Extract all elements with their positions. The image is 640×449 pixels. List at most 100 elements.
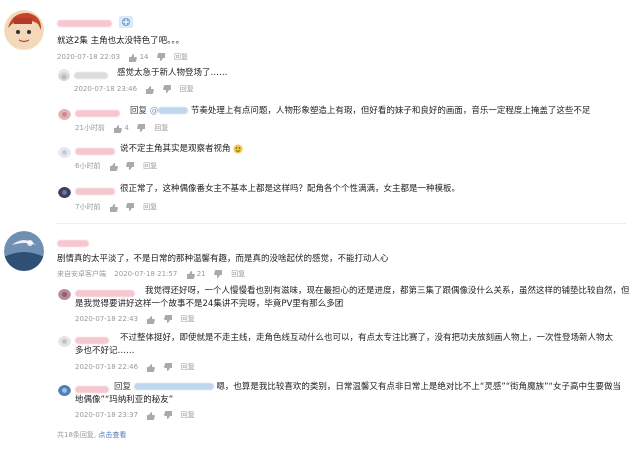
like-button[interactable]	[145, 84, 155, 94]
reply-avatar[interactable]	[58, 145, 71, 158]
like-button[interactable]	[146, 410, 156, 420]
thumbs-up-icon	[129, 53, 138, 62]
like-button[interactable]	[109, 202, 118, 212]
reply-time: 6小时前	[75, 162, 101, 170]
like-button[interactable]	[146, 314, 156, 324]
like-count: 14	[139, 53, 149, 61]
reply-text: 很正常了，这种偶像番女主不基本上都是这样吗？配角各个个性满满，女主都是一种模板。	[120, 184, 461, 194]
comment-date: 2020-07-18 21:57	[114, 270, 178, 278]
avatar-image	[58, 109, 71, 120]
username[interactable]	[57, 240, 89, 247]
dislike-button[interactable]	[126, 202, 135, 212]
avatar-image	[58, 147, 71, 158]
reply-time: 7小时前	[75, 203, 101, 211]
reply-username[interactable]	[75, 188, 115, 195]
like-button[interactable]: 4	[113, 123, 129, 133]
reply-avatar[interactable]	[58, 69, 70, 81]
reply-button[interactable]: 回复	[181, 410, 195, 420]
reply-button[interactable]: 回复	[143, 202, 157, 212]
dislike-button[interactable]	[214, 269, 223, 279]
reply-avatar[interactable]	[58, 287, 71, 300]
reply-button[interactable]: 回复	[181, 314, 195, 324]
dislike-button[interactable]	[126, 161, 135, 171]
thumbs-up-icon	[147, 315, 156, 324]
view-replies-link[interactable]: 点击查看	[98, 431, 126, 439]
thumbs-down-icon	[156, 52, 165, 61]
thumbs-down-icon	[126, 161, 134, 170]
thumbs-down-icon	[126, 202, 134, 211]
reply-text: 我觉得还好呀，一个人慢慢看也别有滋味，现在最担心的还是进度，都第三集了跟偶像没什…	[75, 286, 630, 309]
reply-button[interactable]: 回复	[143, 161, 157, 171]
thumbs-down-icon	[137, 123, 146, 132]
comment-divider	[56, 223, 626, 224]
reply-avatar[interactable]	[58, 185, 71, 198]
reply-prefix: 回复	[130, 106, 148, 116]
mention-at: @	[149, 106, 159, 116]
reply-meta: 2020-07-18 23:46 回复	[74, 84, 200, 94]
reply-username[interactable]	[75, 110, 120, 117]
thumbs-down-icon	[163, 410, 172, 419]
thumbs-down-icon	[163, 362, 172, 371]
thumbs-up-icon	[147, 363, 156, 372]
avatar-image	[58, 336, 71, 347]
comment-text: 就这2集 主角也太没特色了吧。。。	[57, 36, 185, 46]
reply-line: 回复 @ 节奏处理上有点问题，人物形象塑造上有瑕，但好看的妹子和良好的画面，音乐…	[130, 105, 590, 118]
mention-link[interactable]	[133, 383, 214, 390]
replies-footer: 共18条回复, 点击查看	[57, 430, 126, 440]
thumbs-up-icon	[109, 203, 118, 212]
thumbs-up-icon	[186, 270, 195, 279]
reply-avatar[interactable]	[58, 107, 71, 120]
thumbs-down-icon	[162, 84, 171, 93]
reply-total: 共18条回复,	[57, 431, 97, 439]
reply-line: 说不定主角其实是观察者视角	[120, 143, 243, 156]
comment-meta: 来自安卓客户端 2020-07-18 21:57 21 回复	[57, 269, 251, 279]
comment-meta: 2020-07-18 22:03 14 回复	[57, 52, 194, 62]
thumbs-up-icon	[109, 162, 118, 171]
dislike-button[interactable]	[163, 362, 173, 372]
mention-link[interactable]: @	[150, 106, 189, 116]
reply-button[interactable]: 回复	[174, 52, 188, 62]
thumbs-down-icon	[214, 269, 222, 278]
dislike-button[interactable]	[163, 410, 173, 420]
reply-time: 21小时前	[75, 124, 105, 132]
dislike-button[interactable]	[137, 123, 146, 133]
avatar[interactable]	[4, 10, 44, 50]
like-button[interactable]	[146, 362, 156, 372]
reply-text: 不过整体挺好，即使就是不走主线，走角色线互动什么也可以，有点太专注比赛了，没有把…	[75, 333, 614, 356]
avatar-image	[58, 187, 71, 198]
user-badge-icon	[118, 14, 134, 30]
like-count: 21	[196, 270, 206, 278]
reply-meta: 6小时前 回复	[75, 161, 163, 171]
dislike-button[interactable]	[162, 84, 172, 94]
reply-avatar[interactable]	[58, 334, 71, 347]
reply-username[interactable]	[75, 148, 115, 155]
avatar[interactable]	[4, 231, 44, 271]
reply-text: 说不定主角其实是观察者视角	[120, 144, 231, 154]
reply-time: 2020-07-18 22:43	[75, 315, 139, 323]
thumbs-down-icon	[163, 314, 172, 323]
comment-date: 2020-07-18 22:03	[57, 53, 121, 61]
reply-time: 2020-07-18 22:46	[75, 363, 139, 371]
like-button[interactable]: 14	[128, 52, 148, 62]
username[interactable]	[57, 20, 112, 27]
reply-avatar[interactable]	[58, 383, 71, 396]
avatar-image	[58, 289, 71, 300]
dislike-button[interactable]	[163, 314, 173, 324]
reply-button[interactable]: 回复	[180, 84, 194, 94]
reply-text: 感觉太急于新人物登场了……	[117, 68, 228, 78]
reply-button[interactable]: 回复	[154, 123, 168, 133]
avatar-image	[4, 231, 44, 271]
reply-button[interactable]: 回复	[181, 362, 195, 372]
reply-button[interactable]: 回复	[231, 269, 245, 279]
reply-meta: 7小时前 回复	[75, 202, 163, 212]
reply-meta: 21小时前 4 回复	[75, 123, 174, 133]
like-button[interactable]: 21	[186, 269, 206, 279]
dislike-button[interactable]	[156, 52, 166, 62]
reply-meta: 2020-07-18 23:37 回复	[75, 410, 201, 420]
like-button[interactable]	[109, 161, 118, 171]
thumbs-up-icon	[147, 411, 156, 420]
device-source: 来自安卓客户端	[57, 270, 106, 278]
comment-text: 剧情真的太平淡了，不是日常的那种温馨有趣，而是真的没啥起伏的感觉，不能打动人心	[57, 254, 389, 264]
reply-username[interactable]	[74, 72, 108, 79]
thumbs-up-icon	[146, 85, 155, 94]
